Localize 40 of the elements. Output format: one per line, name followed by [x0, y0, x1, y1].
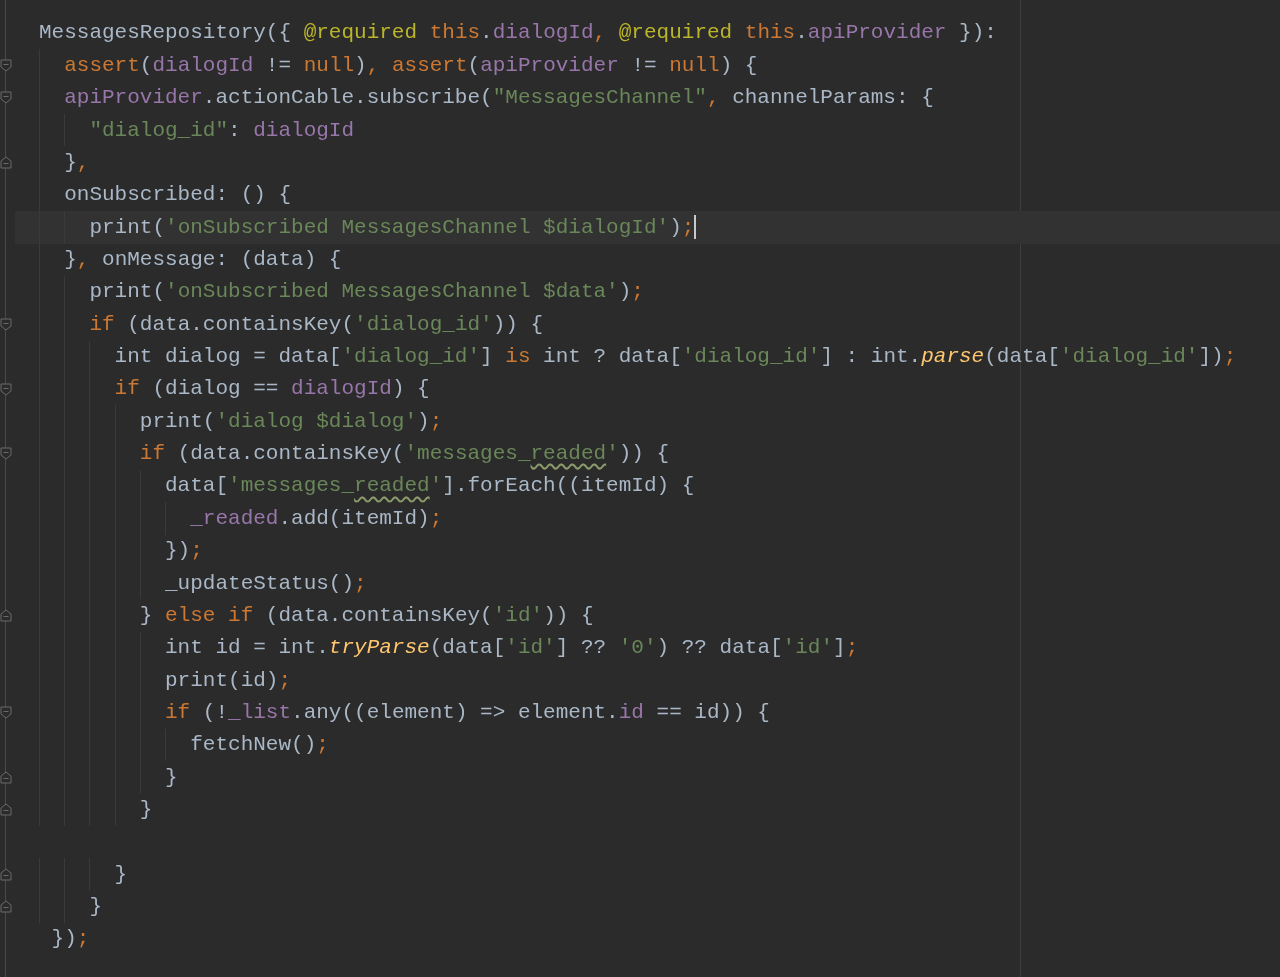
code-line: if (data.containsKey('messages_readed')) { [138, 441, 670, 468]
code-line: } [138, 797, 153, 824]
code-line: data['messages_readed'].forEach((itemId) { [164, 473, 695, 500]
code-line: _updateStatus(); [164, 570, 367, 597]
code-line: "dialog_id": dialogId [88, 117, 355, 144]
code-line: }); [50, 926, 90, 953]
code-line: print(id); [164, 667, 292, 694]
code-line: }); [164, 538, 203, 565]
fold-marker-icon[interactable] [0, 609, 12, 623]
fold-marker-icon[interactable] [0, 447, 12, 461]
code-line: if (data.containsKey('dialog_id')) { [88, 311, 544, 338]
code-line: } [164, 764, 178, 791]
code-line: if (!_list.any((element) => element.id == id)) { [164, 699, 770, 726]
code-line: if (dialog == dialogId) { [113, 376, 430, 403]
code-line: } [88, 894, 102, 921]
code-line: print('dialog $dialog'); [138, 408, 443, 435]
code-line: }, [63, 149, 90, 176]
fold-marker-icon[interactable] [0, 706, 12, 720]
fold-marker-icon[interactable] [0, 900, 12, 914]
fold-marker-icon[interactable] [0, 317, 12, 331]
code-line: } [113, 861, 128, 888]
code-line: assert(dialogId != null), assert(apiProvider != null) { [63, 52, 758, 79]
code-line: } else if (data.containsKey('id')) { [138, 602, 594, 629]
code-line: _readed.add(itemId); [189, 505, 443, 532]
fold-marker-icon[interactable] [0, 91, 12, 105]
code-line: }, onMessage: (data) { [63, 246, 342, 273]
fold-marker-icon[interactable] [0, 59, 12, 73]
fold-marker-icon[interactable] [0, 770, 12, 784]
code-line: MessagesRepository({ @required this.dialogId, @required this.apiProvider }): [39, 20, 997, 47]
code-line: int id = int.tryParse(data['id'] ?? '0') ?? data['id']; [164, 635, 859, 662]
code-line: print('onSubscribed MessagesChannel $data'); [88, 279, 644, 306]
code-line: print('onSubscribed MessagesChannel $dialogId'); [88, 214, 695, 241]
fold-marker-icon[interactable] [0, 382, 12, 396]
code-line: fetchNew(); [189, 732, 329, 759]
fold-marker-icon[interactable] [0, 156, 12, 170]
code-line: int dialog = data['dialog_id'] is int ? data['dialog_id'] : int.parse(data['dialog_id']); [113, 344, 1237, 370]
fold-marker-icon[interactable] [0, 868, 12, 881]
code-line: apiProvider.actionCable.subscribe("MessagesChannel", channelParams: { [63, 85, 934, 112]
code-line: onSubscribed: () { [63, 182, 292, 209]
fold-marker-icon[interactable] [0, 803, 12, 817]
